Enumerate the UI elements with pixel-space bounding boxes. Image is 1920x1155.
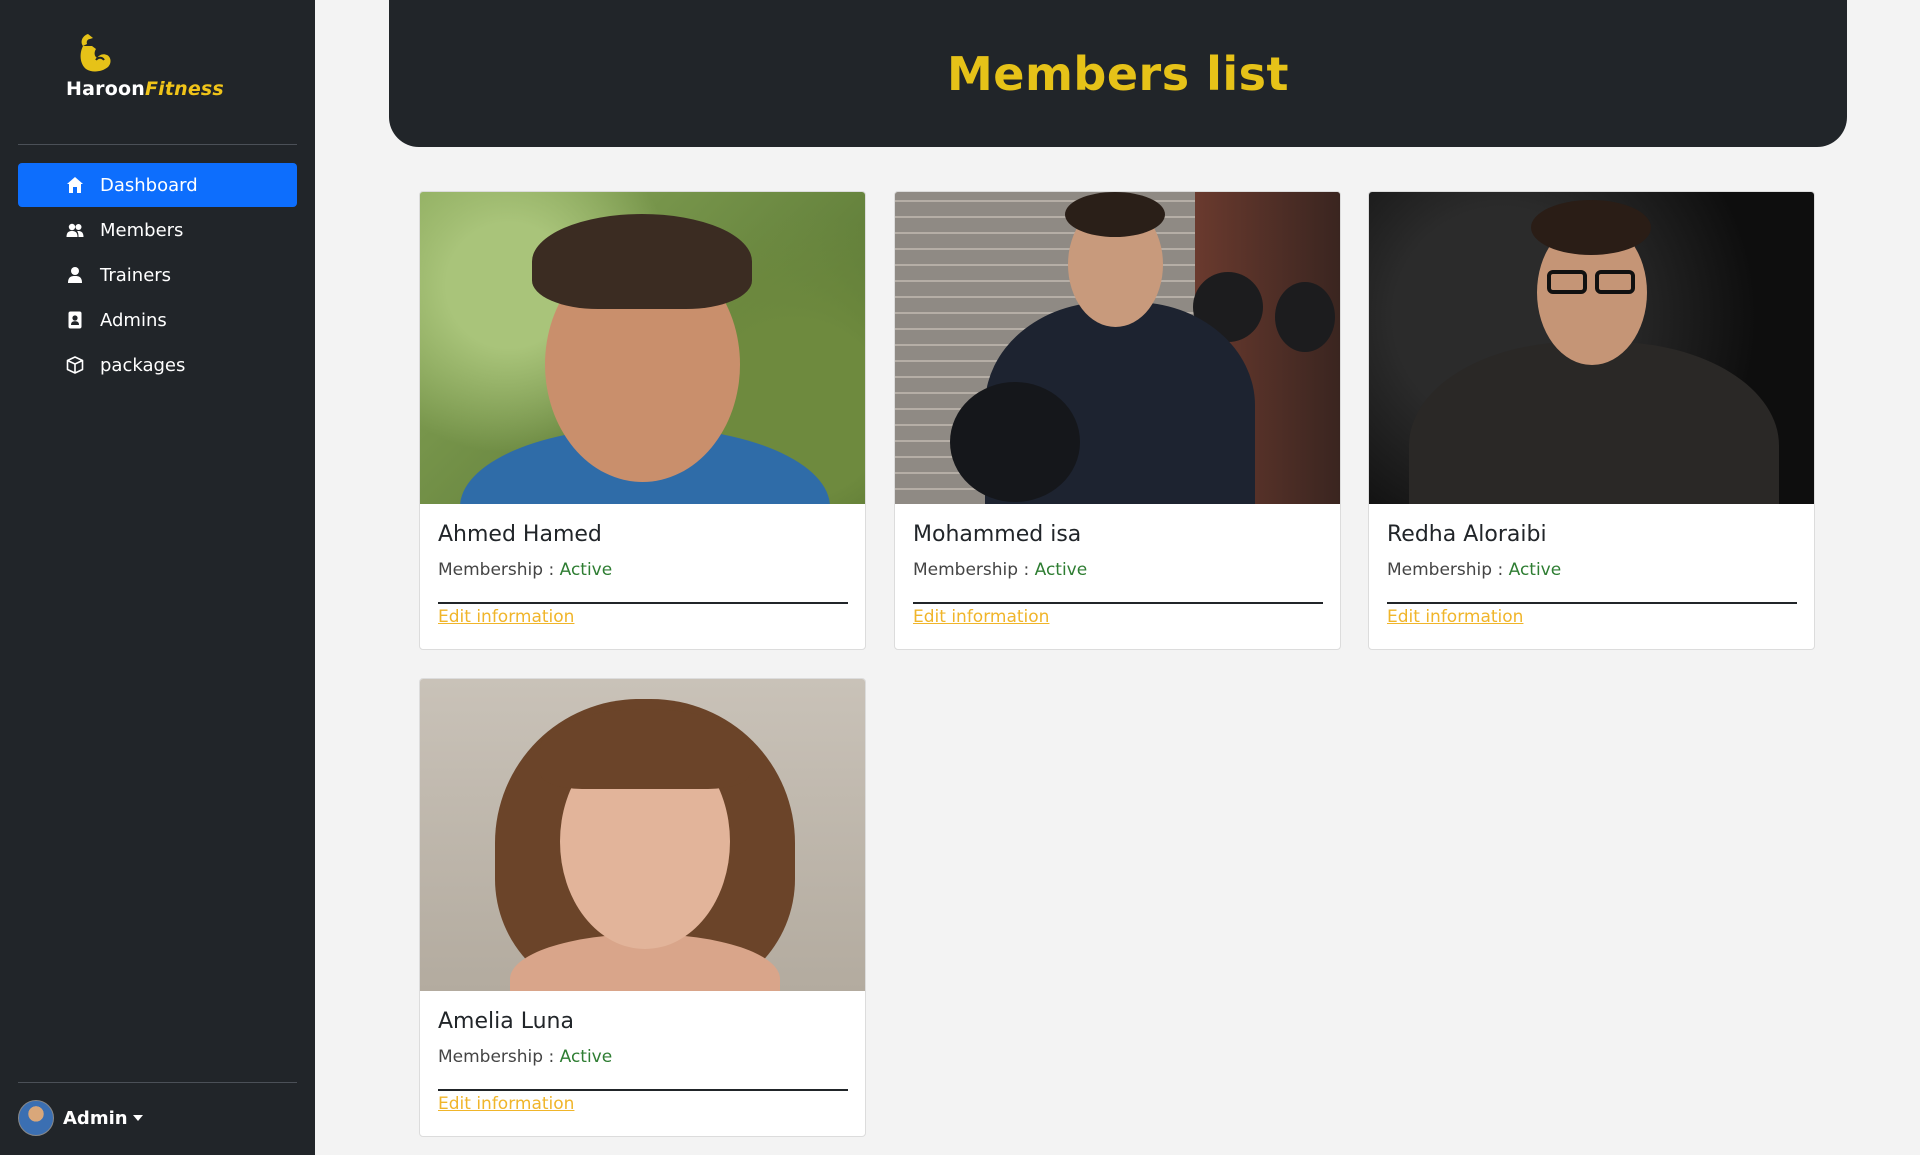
member-photo <box>420 192 865 504</box>
box-icon <box>66 356 84 374</box>
member-card: Amelia Luna Membership : Active Edit inf… <box>419 678 866 1137</box>
page-header: Members list <box>389 0 1847 147</box>
membership-label: Membership : <box>913 560 1030 580</box>
membership-status: Membership : Active <box>1387 560 1796 580</box>
sidebar-item-label: Members <box>100 219 184 241</box>
sidebar-item-label: Dashboard <box>100 174 198 196</box>
page-title: Members list <box>946 46 1289 101</box>
member-photo <box>895 192 1340 504</box>
sidebar-divider <box>18 144 297 145</box>
sidebar-item-label: Trainers <box>100 264 172 286</box>
member-photo <box>420 679 865 991</box>
sidebar-item-trainers[interactable]: Trainers <box>18 253 297 297</box>
sidebar-item-packages[interactable]: packages <box>18 343 297 387</box>
member-card: Redha Aloraibi Membership : Active Edit … <box>1368 191 1815 650</box>
membership-status: Membership : Active <box>913 560 1322 580</box>
brand-name: HaroonFitness <box>66 78 224 100</box>
user-icon <box>68 267 82 283</box>
membership-label: Membership : <box>1387 560 1504 580</box>
status-badge: Active <box>559 560 613 580</box>
users-icon <box>66 223 84 237</box>
home-icon <box>67 177 83 193</box>
sidebar-item-dashboard[interactable]: Dashboard <box>18 163 297 207</box>
member-name: Amelia Luna <box>438 1009 574 1034</box>
user-name: Admin <box>63 1107 128 1129</box>
sidebar-item-admins[interactable]: Admins <box>18 298 297 342</box>
member-photo <box>1369 192 1814 504</box>
sidebar: HaroonFitness Dashboard Members Trainers… <box>0 0 315 1155</box>
member-card: Ahmed Hamed Membership : Active Edit inf… <box>419 191 866 650</box>
status-badge: Active <box>559 1047 613 1067</box>
card-divider <box>438 1089 848 1091</box>
user-menu[interactable]: Admin <box>18 1100 143 1136</box>
sidebar-item-label: packages <box>100 354 186 376</box>
sidebar-item-label: Admins <box>100 309 167 331</box>
membership-status: Membership : Active <box>438 560 847 580</box>
membership-status: Membership : Active <box>438 1047 847 1067</box>
sidebar-nav: Dashboard Members Trainers Admins packag… <box>18 163 297 388</box>
card-divider <box>1387 602 1797 604</box>
brand-name-part1: Haroon <box>66 78 145 100</box>
edit-information-link[interactable]: Edit information <box>438 607 574 627</box>
sidebar-divider <box>18 1082 297 1083</box>
flexed-bicep-icon <box>80 34 111 72</box>
member-name: Ahmed Hamed <box>438 522 602 547</box>
card-divider <box>438 602 848 604</box>
edit-information-link[interactable]: Edit information <box>438 1094 574 1114</box>
caret-down-icon <box>132 1115 143 1121</box>
brand-logo[interactable]: HaroonFitness <box>62 28 224 108</box>
sidebar-item-members[interactable]: Members <box>18 208 297 252</box>
status-badge: Active <box>1034 560 1088 580</box>
id-badge-icon <box>68 311 82 329</box>
card-divider <box>913 602 1323 604</box>
membership-label: Membership : <box>438 560 555 580</box>
edit-information-link[interactable]: Edit information <box>1387 607 1523 627</box>
status-badge: Active <box>1508 560 1562 580</box>
member-name: Redha Aloraibi <box>1387 522 1547 547</box>
avatar <box>18 1100 54 1136</box>
edit-information-link[interactable]: Edit information <box>913 607 1049 627</box>
member-name: Mohammed isa <box>913 522 1082 547</box>
member-card: Mohammed isa Membership : Active Edit in… <box>894 191 1341 650</box>
membership-label: Membership : <box>438 1047 555 1067</box>
brand-name-part2: Fitness <box>144 78 224 100</box>
